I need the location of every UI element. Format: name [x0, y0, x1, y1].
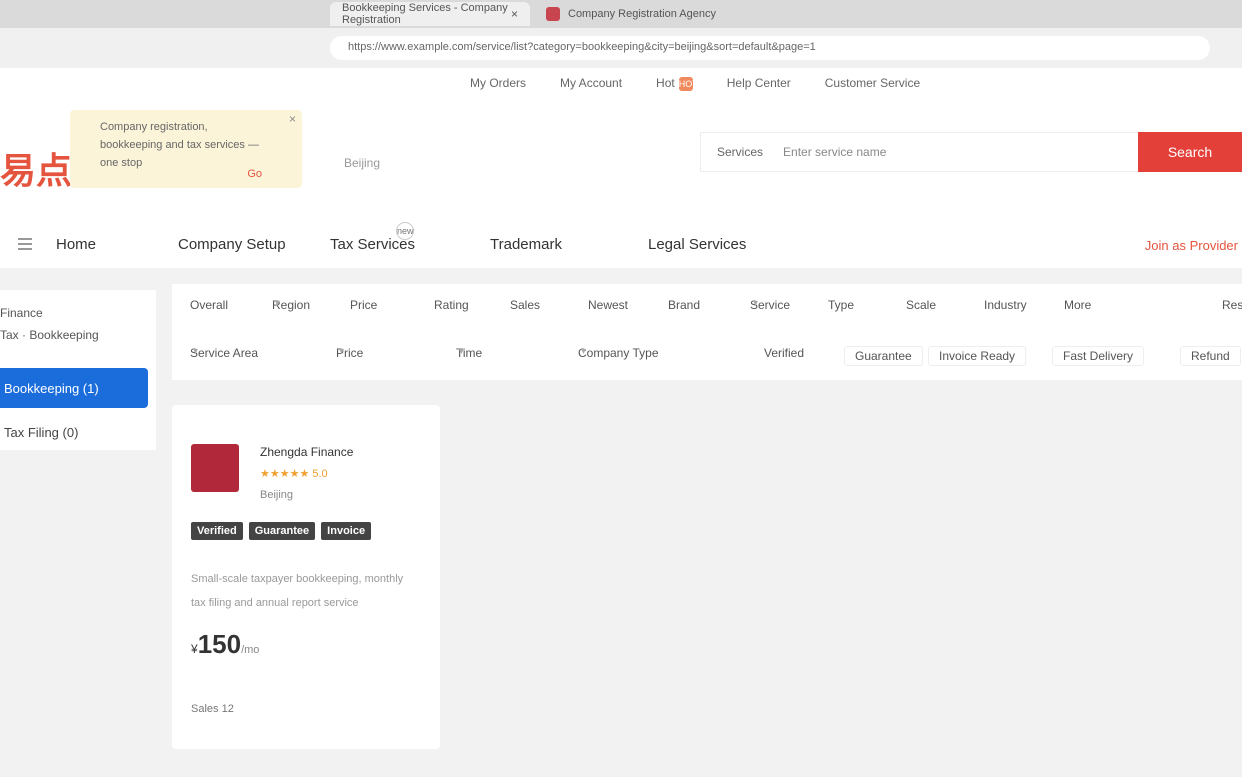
menu-icon[interactable] — [18, 238, 32, 250]
filter-option[interactable]: Type — [828, 298, 854, 312]
filter-tag[interactable]: Invoice Ready — [928, 346, 1027, 366]
tag-badge: Guarantee — [248, 522, 316, 540]
sidebar-heading: Finance Tax · Bookkeeping — [0, 302, 99, 346]
filter-option[interactable]: Price — [350, 298, 377, 312]
filter-tag[interactable]: Guarantee — [844, 346, 923, 366]
topnav-service[interactable]: Customer Service — [825, 76, 920, 91]
filter-option[interactable]: Overall — [190, 298, 228, 312]
site-header: My Orders My Account Hot HOT Help Center … — [0, 68, 1242, 268]
card-price: ¥150/mo — [191, 629, 259, 660]
top-nav: My Orders My Account Hot HOT Help Center … — [470, 76, 920, 91]
price-unit: /mo — [241, 644, 260, 656]
topnav-hot[interactable]: Hot HOT — [656, 76, 698, 91]
browser-tab-second[interactable]: Company Registration Agency — [536, 2, 836, 26]
nav-company-setup[interactable]: Company Setup — [178, 236, 286, 253]
service-card[interactable]: Zhengda Finance ★★★★★ 5.0 Beijing Verifi… — [172, 405, 440, 749]
join-provider-link[interactable]: Join as Provider — [1145, 238, 1238, 253]
shop-location: Beijing — [260, 489, 294, 501]
topnav-help[interactable]: Help Center — [727, 76, 791, 91]
price-currency: ¥ — [191, 642, 198, 656]
search-button[interactable]: Search — [1138, 132, 1242, 172]
search-category-select[interactable]: Services — [717, 145, 763, 159]
filter-dropdown-label: Company Type — [578, 346, 659, 360]
filter-tag[interactable]: Fast Delivery — [1052, 346, 1145, 366]
url-field[interactable]: https://www.example.com/service/list?cat… — [330, 36, 1210, 60]
tag-badge: Invoice — [321, 522, 372, 540]
main-nav: Home Company Setup Tax Services new Trad… — [0, 222, 1242, 268]
nav-home[interactable]: Home — [56, 236, 96, 253]
filter-option[interactable]: Scale — [906, 298, 936, 312]
filter-option[interactable]: Rating — [434, 298, 469, 312]
tab-title: Company Registration Agency — [568, 8, 716, 20]
sidebar-heading-2: Tax · Bookkeeping — [0, 328, 99, 342]
topnav-orders[interactable]: My Orders — [470, 76, 526, 91]
description-line: Small-scale taxpayer bookkeeping, monthl… — [191, 573, 404, 585]
sales-count: Sales 12 — [191, 703, 234, 715]
tag-badge: Verified — [191, 522, 243, 540]
sidebar-heading-1: Finance — [0, 306, 43, 320]
city-selector[interactable]: Beijing — [344, 156, 380, 170]
filter-option[interactable]: Newest — [588, 298, 628, 312]
filter-option[interactable]: More — [1064, 298, 1091, 312]
chevron-down-icon: ▾ — [753, 298, 759, 309]
card-description: Small-scale taxpayer bookkeeping, monthl… — [191, 567, 421, 615]
description-line: tax filing and annual report service — [191, 597, 359, 609]
filter-option[interactable]: Brand — [668, 298, 700, 312]
sidebar-item-tax-filing[interactable]: Tax Filing (0) — [0, 412, 148, 452]
search-bar: Services Enter service name — [700, 132, 1140, 172]
shop-rating: ★★★★★ 5.0 — [260, 468, 328, 480]
search-input[interactable]: Enter service name — [783, 145, 886, 159]
promo-text: Company registration, bookkeeping and ta… — [100, 121, 259, 169]
sidebar-item-bookkeeping[interactable]: Bookkeeping (1) — [0, 368, 148, 408]
filter-option[interactable]: Industry — [984, 298, 1027, 312]
browser-tab-strip: Bookkeeping Services - Company Registrat… — [0, 0, 1242, 28]
tab-title: Bookkeeping Services - Company Registrat… — [342, 2, 508, 26]
filter-dropdown-label: Service Area — [190, 346, 259, 360]
address-bar: https://www.example.com/service/list?cat… — [0, 28, 1242, 68]
filter-checkbox[interactable]: Verified — [764, 346, 804, 360]
shop-thumbnail — [191, 444, 239, 492]
filter-option[interactable]: Sales — [510, 298, 540, 312]
topnav-hot-label: Hot — [656, 76, 675, 90]
hot-badge: HOT — [678, 77, 698, 91]
category-sidebar: Finance Tax · Bookkeeping Bookkeeping (1… — [0, 290, 156, 450]
promo-banner[interactable]: Company registration, bookkeeping and ta… — [70, 110, 302, 188]
browser-tab-active[interactable]: Bookkeeping Services - Company Registrat… — [330, 2, 530, 26]
filter-reset[interactable]: Reset — [1222, 298, 1242, 312]
close-icon[interactable]: × — [289, 112, 296, 126]
chevron-down-icon: ▾ — [581, 346, 587, 357]
topnav-account[interactable]: My Account — [560, 76, 622, 91]
chevron-down-icon: ▾ — [459, 346, 465, 357]
chevron-down-icon: ▾ — [275, 298, 281, 309]
card-tags: Verified Guarantee Invoice — [191, 522, 372, 540]
shop-name[interactable]: Zhengda Finance — [260, 445, 353, 459]
nav-trademark[interactable]: Trademark — [490, 236, 562, 253]
price-value: 150 — [197, 629, 242, 659]
chevron-down-icon: ▾ — [193, 346, 199, 357]
filter-tag[interactable]: Refund — [1180, 346, 1241, 366]
close-icon[interactable]: × — [511, 7, 518, 21]
favicon-icon — [546, 7, 560, 21]
new-badge: new — [396, 222, 414, 240]
filter-panel: Overall Region ▾ Price Rating Sales Newes… — [172, 284, 1242, 380]
chevron-down-icon: ▾ — [339, 346, 345, 357]
nav-legal[interactable]: Legal Services — [648, 236, 746, 253]
promo-button[interactable]: Go — [247, 168, 262, 180]
site-logo[interactable]: 易点 — [0, 142, 72, 194]
